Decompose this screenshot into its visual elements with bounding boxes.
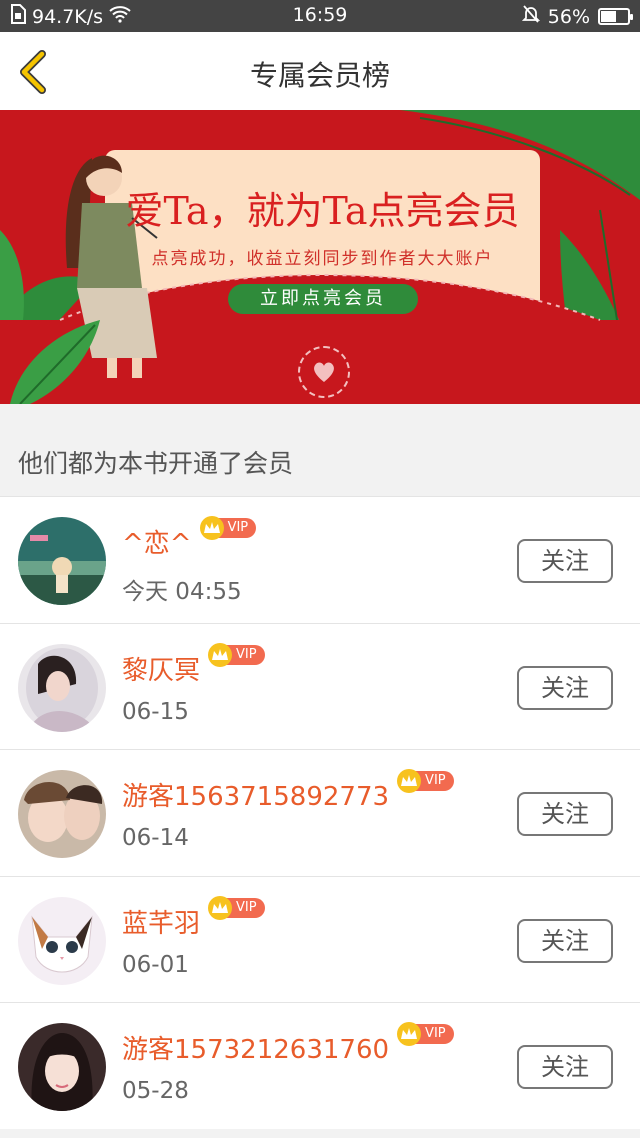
list-item[interactable]: ^恋^ VIP 今天 04:55 关注 [0, 496, 640, 623]
list-item[interactable]: 游客1563715892773 VIP 06-14 关注 [0, 749, 640, 876]
member-name[interactable]: 游客1573212631760 [122, 1029, 389, 1066]
member-time: 06-14 [122, 825, 189, 851]
section-title: 他们都为本书开通了会员 [18, 449, 294, 478]
leaf-bottom-left [10, 320, 100, 404]
crown-icon [208, 642, 233, 667]
avatar[interactable] [18, 517, 106, 605]
avatar[interactable] [18, 896, 106, 985]
avatar[interactable] [18, 770, 106, 858]
member-time: 05-28 [122, 1078, 189, 1104]
section-header: 他们都为本书开通了会员 [0, 404, 640, 496]
vip-badge: VIP [397, 769, 454, 793]
crown-icon [397, 1022, 422, 1046]
nav-header: 专属会员榜 [0, 32, 640, 110]
status-right: 56% [521, 4, 633, 29]
list-item[interactable]: 黎仄冥 VIP 06-15 关注 [0, 622, 640, 749]
avatar[interactable] [18, 643, 106, 732]
member-list: ^恋^ VIP 今天 04:55 关注 黎仄冥 VIP 06-15 关注 游客1… [0, 496, 640, 1129]
follow-button[interactable]: 关注 [517, 792, 613, 836]
member-name-wrap: 游客1563715892773 VIP [122, 769, 454, 813]
member-time: 06-15 [122, 698, 189, 725]
vip-badge: VIP [208, 895, 265, 920]
member-name[interactable]: 蓝芊羽 [122, 903, 200, 940]
member-name[interactable]: ^恋^ [122, 523, 192, 560]
follow-button[interactable]: 关注 [517, 539, 613, 583]
member-name[interactable]: 黎仄冥 [122, 650, 200, 687]
follow-button[interactable]: 关注 [517, 918, 613, 963]
vip-badge: VIP [199, 516, 257, 540]
bell-muted-icon [521, 4, 540, 29]
member-name[interactable]: 游客1563715892773 [122, 776, 389, 813]
member-name-wrap: 游客1573212631760 VIP [122, 1022, 454, 1066]
promo-banner[interactable]: 爱Ta，就为Ta点亮会员 点亮成功，收益立刻同步到作者大大账户 立即点亮会员 [0, 110, 640, 404]
member-time: 06-01 [122, 951, 189, 978]
battery-icon [598, 8, 633, 25]
crown-icon [208, 895, 233, 920]
banner-headline: 爱Ta，就为Ta点亮会员 [125, 189, 520, 233]
battery-fill [601, 11, 616, 22]
vip-badge: VIP [208, 642, 265, 667]
crown-icon [199, 516, 224, 540]
light-up-membership-button[interactable]: 立即点亮会员 [228, 284, 418, 314]
vip-badge: VIP [397, 1022, 454, 1046]
list-item[interactable]: 游客1573212631760 VIP 05-28 关注 [0, 1002, 640, 1129]
heart-seal-icon [298, 346, 350, 398]
member-time: 今天 04:55 [122, 579, 242, 605]
avatar[interactable] [18, 1023, 106, 1111]
banner-subtitle: 点亮成功，收益立刻同步到作者大大账户 [151, 249, 494, 269]
crown-icon [397, 769, 422, 793]
member-name-wrap: 黎仄冥 VIP [122, 642, 265, 687]
member-name-wrap: ^恋^ VIP [122, 516, 257, 560]
follow-button[interactable]: 关注 [517, 665, 613, 710]
list-item[interactable]: 蓝芊羽 VIP 06-01 关注 [0, 875, 640, 1002]
page-title: 专属会员榜 [249, 59, 390, 92]
battery-percent: 56% [547, 5, 590, 28]
member-name-wrap: 蓝芊羽 VIP [122, 895, 265, 940]
follow-button[interactable]: 关注 [517, 1045, 613, 1089]
status-bar: 94.7K/s 16:59 56% [0, 0, 640, 32]
